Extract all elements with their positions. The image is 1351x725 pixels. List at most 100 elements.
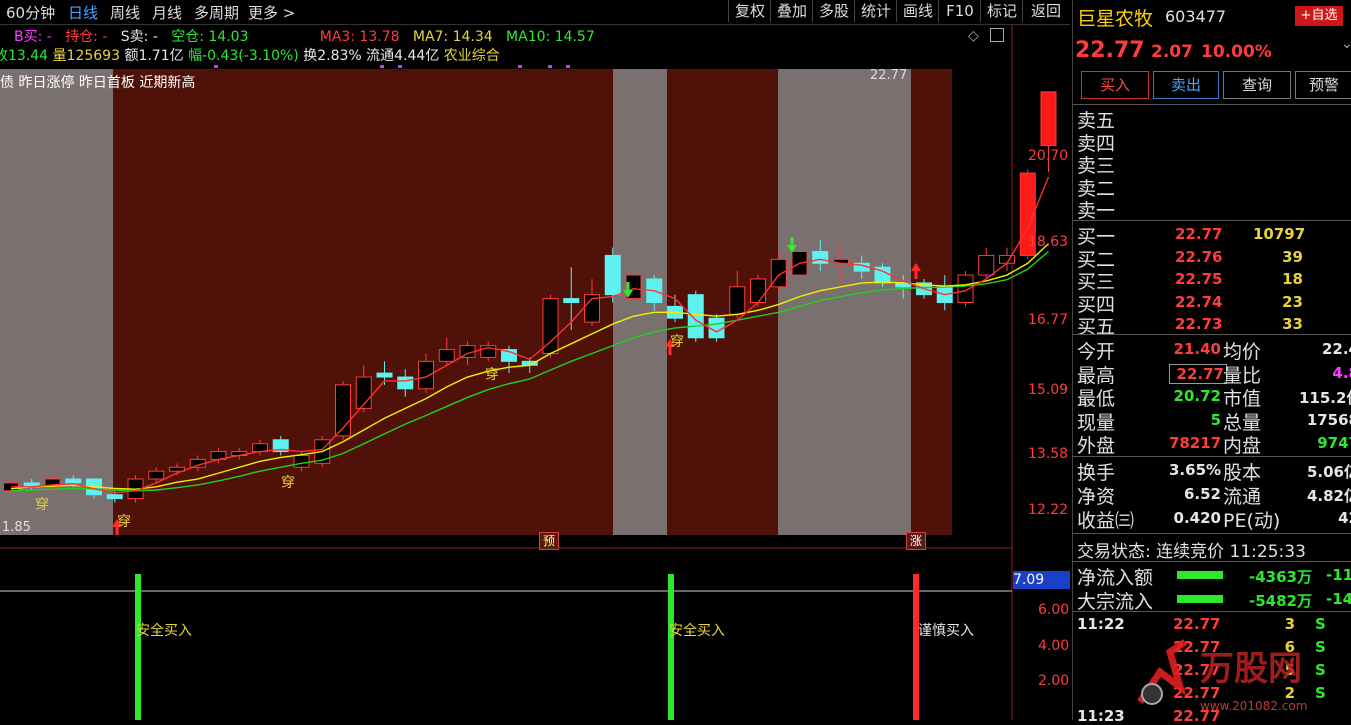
lower-value-badge: 7.09 — [1013, 571, 1070, 589]
bid-price: 22.76 — [1175, 247, 1223, 266]
stat-label: PE(动) — [1223, 510, 1281, 532]
current-price: 22.77 — [1075, 38, 1145, 63]
alert-button[interactable]: 预警 — [1295, 71, 1351, 99]
stat-label: 外盘 — [1077, 435, 1116, 457]
stat-value: 17568 — [1306, 410, 1351, 429]
caution-buy-bar — [913, 574, 919, 720]
stat-value: 6.52 — [1183, 485, 1221, 503]
tick-price: 22.77 — [1173, 615, 1221, 633]
candle-body — [397, 376, 414, 390]
stock-name: 巨星农牧 — [1077, 8, 1154, 30]
low-price-label: 1.85 — [2, 520, 31, 535]
trade-status: 交易状态: 连续竞价 11:25:33 — [1077, 542, 1306, 562]
stat-value: 4.82亿 — [1306, 487, 1351, 505]
price-axis-label: 15.09 — [1028, 382, 1069, 398]
candle-body — [438, 349, 455, 362]
kline-chart[interactable] — [0, 0, 1070, 720]
tick-time: 11:22 — [1077, 615, 1125, 633]
quote-panel: 巨星农牧 603477 +自选 ⌄ 22.77 2.07 10.00% 买入 卖… — [1072, 0, 1351, 725]
yu-marker: 预 — [539, 532, 559, 550]
watermark-url: www.201082.com — [1200, 699, 1307, 713]
stat-label: 净资 — [1077, 486, 1116, 508]
stat-value: 115.2亿 — [1299, 389, 1351, 407]
price-axis-label: 18.63 — [1028, 234, 1069, 250]
flow-value: -4363万 — [1249, 568, 1312, 586]
bid-volume: 39 — [1282, 247, 1303, 266]
watermark-logo: 万股网 www.201082.com — [1137, 639, 1307, 713]
watermark-text: 万股网 — [1200, 649, 1302, 689]
candle-body — [957, 274, 974, 303]
query-button[interactable]: 查询 — [1223, 71, 1291, 99]
price-axis-label: 16.77 — [1028, 312, 1069, 328]
flow-value: -5482万 — [1249, 592, 1312, 610]
candle-body — [750, 278, 766, 303]
candle-body — [563, 298, 580, 303]
stat-label: 股本 — [1223, 462, 1262, 484]
bg-region-gray-1 — [0, 69, 113, 535]
flow-extra: -14 — [1326, 590, 1351, 608]
signal-label: 安全买入 — [136, 623, 192, 639]
top-dots — [214, 65, 570, 68]
banner-text: 债 昨日涨停 昨日首板 近期新高 — [0, 75, 196, 91]
bg-region-gray-3 — [778, 69, 911, 535]
ask-level-label: 卖一 — [1077, 200, 1116, 222]
candle-body — [1040, 91, 1057, 147]
bid-price: 22.77 — [1175, 225, 1223, 243]
candle-body — [542, 298, 559, 354]
stat-value: 22.77 — [1169, 363, 1227, 384]
bid-volume: 33 — [1282, 315, 1303, 333]
stat-label: 换手 — [1077, 462, 1116, 484]
candle-body — [978, 254, 995, 276]
chuan-label: 穿 — [485, 367, 499, 383]
candle-body — [65, 478, 82, 484]
price-axis-label: 12.22 — [1028, 502, 1069, 518]
candle-body — [729, 286, 746, 315]
stat-value: 5.06亿 — [1306, 463, 1351, 481]
bid-price: 22.75 — [1175, 270, 1223, 288]
stat-value: 78217 — [1169, 434, 1222, 452]
candle-body — [148, 470, 165, 480]
chuan-label: 穿 — [117, 514, 131, 530]
lower-axis-label: 2.00 — [1038, 673, 1070, 689]
stat-value: 20.72 — [1173, 387, 1221, 405]
tick-side: S — [1315, 615, 1326, 633]
candle-body — [687, 294, 704, 339]
signal-label: 谨慎买入 — [918, 623, 974, 639]
stat-value: 22.4 — [1321, 340, 1351, 358]
chevron-down-icon[interactable]: ⌄ — [1341, 36, 1351, 52]
stat-value: 42 — [1338, 509, 1351, 527]
bg-region-red-1 — [113, 69, 613, 535]
stat-value: 0.420 — [1173, 509, 1221, 527]
candle-body — [812, 251, 829, 264]
tick-volume: 3 — [1284, 615, 1295, 633]
tick-time: 11:23 — [1077, 707, 1125, 725]
signal-label: 安全买入 — [669, 623, 725, 639]
add-watchlist-button[interactable]: +自选 — [1295, 6, 1343, 26]
flow-label: 净流入额 — [1077, 567, 1154, 589]
buy-button[interactable]: 买入 — [1081, 71, 1149, 99]
chuan-label: 穿 — [670, 334, 684, 350]
stat-value: 3.65% — [1169, 461, 1222, 479]
flow-label: 大宗流入 — [1077, 591, 1154, 613]
price-axis-label: 20.70 — [1028, 148, 1069, 164]
zhang-marker: 涨 — [906, 532, 926, 550]
lower-axis-label: 4.00 — [1038, 638, 1070, 654]
stat-value: 4.8 — [1332, 363, 1351, 382]
flow-extra: -11 — [1326, 566, 1351, 584]
bid-price: 22.74 — [1175, 292, 1223, 311]
price-change-pct: 10.00% — [1201, 42, 1272, 62]
candle-body — [293, 454, 310, 468]
chuan-label: 穿 — [281, 475, 295, 491]
sell-button[interactable]: 卖出 — [1153, 71, 1219, 99]
bid-price: 22.73 — [1175, 315, 1223, 333]
flow-bar — [1177, 571, 1223, 579]
candle-body — [106, 494, 123, 500]
stat-value: 5 — [1210, 410, 1221, 429]
bid-volume: 23 — [1282, 292, 1303, 311]
flow-bar — [1177, 595, 1223, 603]
stat-label: 内盘 — [1223, 435, 1262, 457]
stat-label: 流通 — [1223, 486, 1262, 508]
candle-body — [604, 254, 621, 296]
candle-body — [418, 360, 434, 390]
bid-volume: 10797 — [1253, 225, 1306, 243]
